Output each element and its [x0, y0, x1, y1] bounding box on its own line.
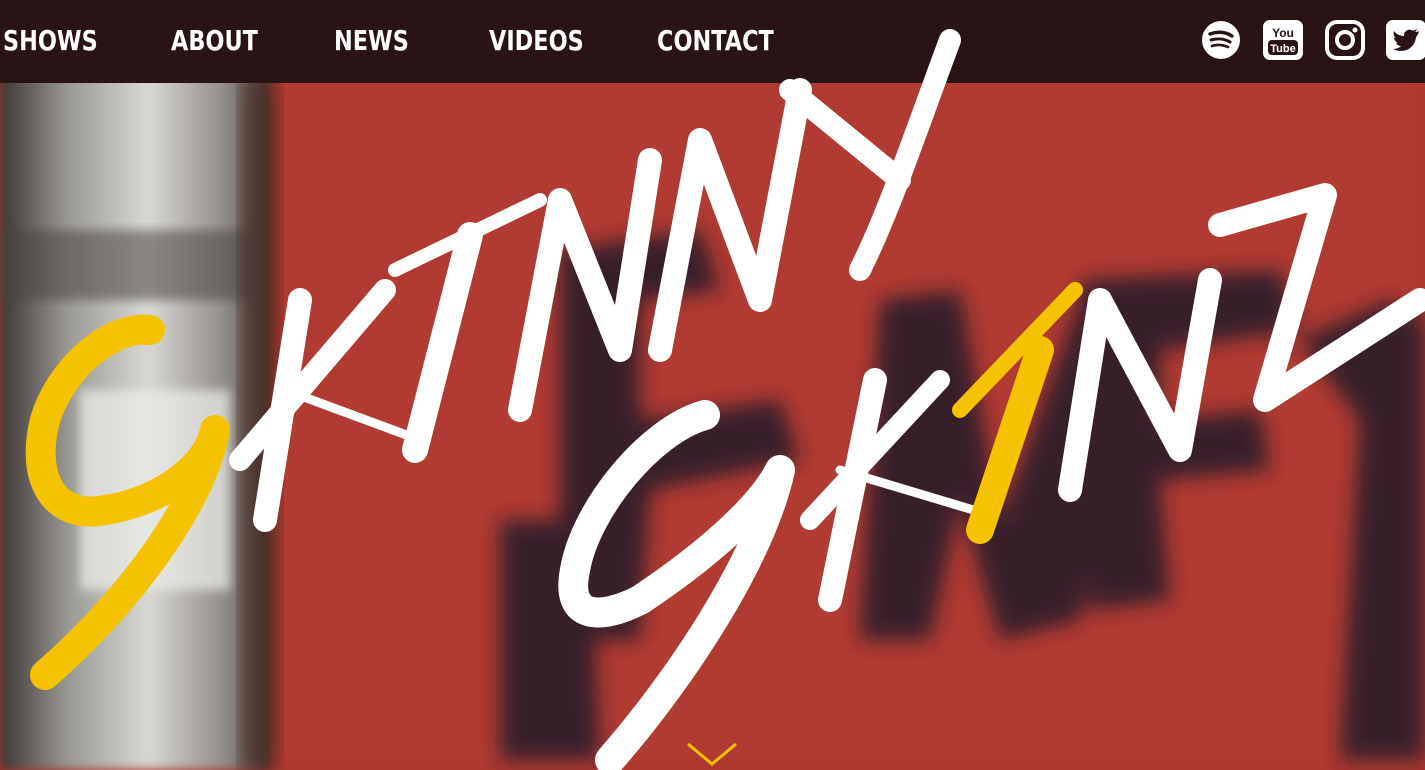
- twitter-icon[interactable]: [1386, 20, 1425, 60]
- nav-item-news[interactable]: NEWS: [334, 22, 409, 60]
- spotify-icon[interactable]: [1201, 20, 1241, 60]
- svg-text:You: You: [1272, 26, 1294, 40]
- top-navigation-bar: SHOWS ABOUT NEWS VIDEOS CONTACT You Tube: [0, 0, 1425, 83]
- youtube-icon[interactable]: You Tube: [1263, 20, 1303, 60]
- instagram-icon[interactable]: [1325, 20, 1365, 60]
- svg-text:Tube: Tube: [1270, 43, 1295, 55]
- nav-item-shows[interactable]: SHOWS: [3, 22, 98, 60]
- hero-section: SHOWS ABOUT NEWS VIDEOS CONTACT You Tube: [0, 0, 1425, 770]
- nav-item-about[interactable]: ABOUT: [171, 22, 258, 60]
- chevron-down-icon[interactable]: [686, 740, 738, 768]
- hero-background-image: [0, 0, 1425, 770]
- nav-item-contact[interactable]: CONTACT: [657, 22, 774, 60]
- nav-item-videos[interactable]: VIDEOS: [489, 22, 584, 60]
